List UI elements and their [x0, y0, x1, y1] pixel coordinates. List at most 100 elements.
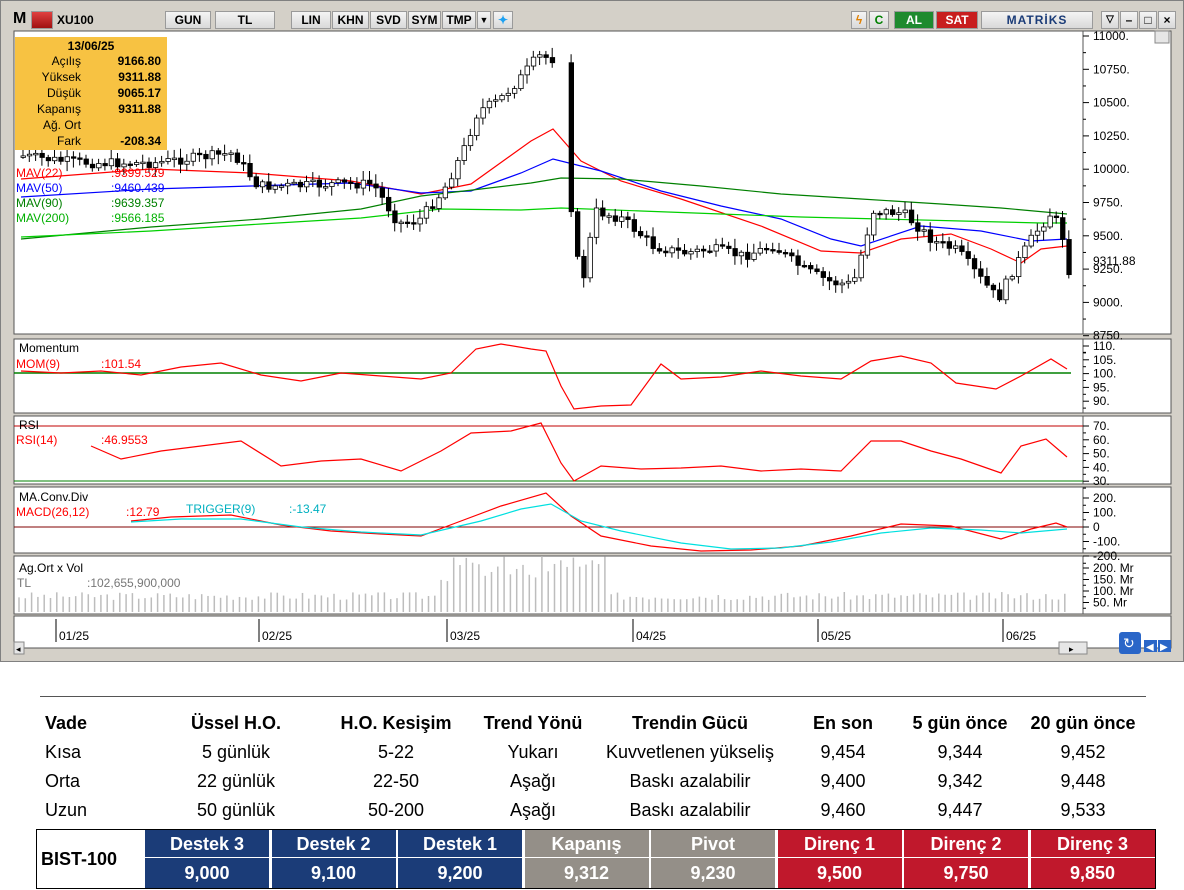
candle-body[interactable]	[827, 277, 833, 282]
candle-body[interactable]	[902, 209, 908, 214]
candle-body[interactable]	[266, 181, 272, 190]
candle-body[interactable]	[322, 186, 329, 189]
candle-body[interactable]	[820, 271, 826, 278]
candle-body[interactable]	[209, 150, 215, 160]
candle-body[interactable]	[272, 185, 278, 190]
candle-body[interactable]	[518, 74, 524, 90]
candle-body[interactable]	[354, 182, 360, 189]
candle-body[interactable]	[329, 182, 335, 187]
candle-body[interactable]	[234, 152, 241, 163]
lightning-icon[interactable]: ϟ	[851, 11, 867, 29]
candle-body[interactable]	[259, 181, 266, 188]
candle-body[interactable]	[1047, 215, 1053, 228]
candle-body[interactable]	[39, 152, 45, 158]
candle-body[interactable]	[505, 92, 512, 96]
candle-body[interactable]	[524, 65, 530, 76]
candle-body[interactable]	[316, 179, 323, 188]
candle-body[interactable]	[64, 156, 70, 162]
momentum-panel[interactable]	[13, 338, 1172, 414]
candle-body[interactable]	[392, 210, 398, 224]
candle-body[interactable]	[959, 245, 965, 252]
candle-body[interactable]	[341, 179, 348, 183]
candle-body[interactable]	[984, 275, 990, 286]
candle-body[interactable]	[304, 181, 310, 188]
close-icon[interactable]: ×	[1158, 11, 1176, 29]
candle-body[interactable]	[45, 157, 52, 162]
candle-body[interactable]	[71, 156, 77, 159]
candle-body[interactable]	[908, 209, 915, 224]
candle-body[interactable]	[1009, 276, 1015, 280]
candle-body[interactable]	[190, 152, 197, 162]
candle-body[interactable]	[423, 206, 430, 219]
candle-body[interactable]	[814, 268, 820, 272]
candle-body[interactable]	[845, 280, 852, 284]
candle-body[interactable]	[184, 160, 190, 165]
candle-body[interactable]	[682, 249, 688, 255]
candle-body[interactable]	[20, 155, 26, 158]
candle-body[interactable]	[764, 247, 770, 251]
candle-body[interactable]	[656, 248, 663, 252]
candle-body[interactable]	[77, 157, 83, 160]
candle-body[interactable]	[953, 245, 959, 249]
candle-body[interactable]	[549, 57, 556, 64]
symbol-name[interactable]: XU100	[57, 11, 94, 29]
candle-body[interactable]	[726, 245, 732, 249]
candle-body[interactable]	[921, 229, 927, 232]
candle-body[interactable]	[644, 235, 650, 238]
candle-body[interactable]	[310, 179, 316, 182]
sym-button[interactable]: SYM	[408, 11, 441, 29]
candle-body[interactable]	[839, 282, 845, 286]
candle-body[interactable]	[587, 236, 593, 279]
candle-body[interactable]	[430, 206, 436, 209]
candle-body[interactable]	[133, 162, 140, 165]
refresh-c-icon[interactable]: C	[869, 11, 889, 29]
candle-body[interactable]	[1060, 217, 1066, 240]
candle-body[interactable]	[159, 161, 165, 164]
dropdown-icon[interactable]: ▼	[477, 11, 491, 29]
candle-body[interactable]	[285, 182, 291, 187]
candle-body[interactable]	[631, 219, 637, 232]
candle-body[interactable]	[833, 280, 839, 286]
candle-body[interactable]	[385, 196, 392, 212]
candle-body[interactable]	[575, 211, 581, 257]
candle-body[interactable]	[83, 158, 89, 165]
candle-body[interactable]	[467, 135, 474, 147]
currency-button[interactable]: TL	[215, 11, 275, 29]
candle-body[interactable]	[480, 107, 486, 119]
candle-body[interactable]	[883, 209, 889, 215]
candle-body[interactable]	[1053, 215, 1060, 219]
candle-body[interactable]	[675, 247, 682, 251]
candle-body[interactable]	[474, 117, 480, 137]
candle-body[interactable]	[398, 221, 404, 225]
price-panel[interactable]	[13, 30, 1172, 335]
candle-body[interactable]	[360, 179, 367, 189]
candle-body[interactable]	[367, 179, 373, 185]
candle-body[interactable]	[203, 153, 209, 160]
candle-body[interactable]	[776, 250, 782, 253]
candle-body[interactable]	[493, 99, 499, 102]
candle-body[interactable]	[745, 251, 751, 260]
candle-body[interactable]	[1022, 245, 1028, 259]
candle-body[interactable]	[789, 252, 795, 257]
candle-body[interactable]	[537, 54, 543, 58]
candle-body[interactable]	[732, 248, 738, 257]
candle-body[interactable]	[997, 289, 1003, 301]
candle-body[interactable]	[738, 251, 745, 257]
tmp-button[interactable]: TMP	[442, 11, 476, 29]
candle-body[interactable]	[600, 207, 606, 217]
candle-body[interactable]	[404, 221, 411, 225]
candle-body[interactable]	[808, 265, 814, 270]
candle-body[interactable]	[455, 160, 461, 180]
candle-body[interactable]	[770, 249, 776, 252]
candle-body[interactable]	[971, 258, 978, 270]
candle-body[interactable]	[978, 268, 984, 277]
candle-body[interactable]	[241, 162, 247, 165]
candle-body[interactable]	[486, 100, 493, 109]
candle-body[interactable]	[915, 222, 921, 232]
candle-body[interactable]	[934, 241, 940, 244]
candle-body[interactable]	[871, 212, 877, 236]
candle-body[interactable]	[606, 215, 612, 218]
linear-scale-button[interactable]: LIN	[291, 11, 331, 29]
candle-body[interactable]	[896, 212, 902, 215]
candle-body[interactable]	[940, 241, 946, 244]
